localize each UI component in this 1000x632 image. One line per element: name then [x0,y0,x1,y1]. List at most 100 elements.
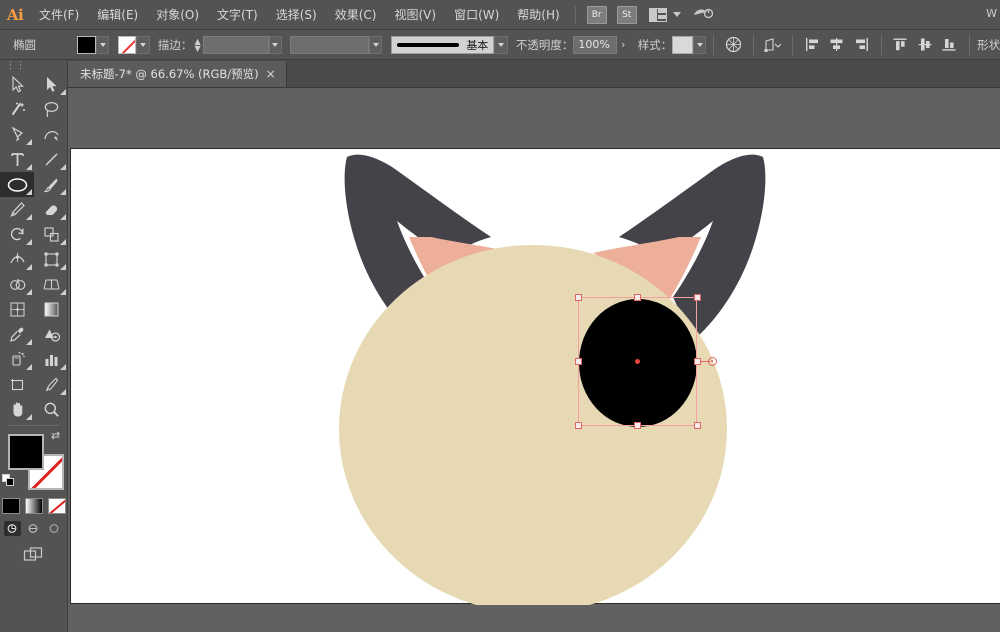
edit-toolbar-icon[interactable] [23,546,45,567]
zoom-tool[interactable] [34,397,68,422]
mesh-tool[interactable] [0,297,34,322]
free-transform-tool[interactable] [34,247,68,272]
document-tab[interactable]: 未标题-7* @ 66.67% (RGB/预览) × [68,61,287,87]
selection-tool[interactable] [0,72,34,97]
handle-bottom-right[interactable] [694,422,701,429]
tool-grid [0,72,68,422]
handle-top-right[interactable] [694,294,701,301]
eyedropper-tool[interactable] [0,322,34,347]
perspective-grid-tool[interactable] [34,272,68,297]
align-middle-icon[interactable] [915,35,936,55]
close-icon[interactable]: × [266,68,276,80]
brush-definition-field[interactable]: 基本 [391,36,494,54]
artboard[interactable] [70,148,1000,604]
cat-illustration[interactable] [71,149,1000,605]
canvas-area[interactable] [68,88,1000,632]
control-divider [713,35,714,55]
opacity-expand-icon[interactable]: › [617,38,629,51]
color-mode-button[interactable] [2,498,20,514]
chevron-down-icon[interactable] [673,12,681,17]
gradient-mode-button[interactable] [25,498,43,514]
fill-swatch[interactable] [8,434,44,470]
slice-knife-tool[interactable] [34,372,68,397]
toolbar-grip[interactable]: ⋮⋮ [0,60,67,72]
none-mode-button[interactable] [48,498,66,514]
handle-top-center[interactable] [634,294,641,301]
creative-cloud-icon[interactable] [693,6,713,24]
handle-bottom-left[interactable] [575,422,582,429]
align-right-icon[interactable] [851,35,872,55]
menu-type[interactable]: 文字(T) [208,0,267,30]
pencil-tool[interactable] [0,197,34,222]
lasso-tool[interactable] [34,97,68,122]
menu-window[interactable]: 窗口(W) [445,0,508,30]
bridge-button[interactable]: Br [587,6,607,24]
type-tool[interactable] [0,147,34,172]
transform-icon[interactable] [763,35,784,55]
variable-width-dropdown-icon[interactable] [369,36,382,54]
stroke-weight-stepper[interactable]: ▲▼ [192,36,202,54]
workspace-label[interactable]: W [986,7,997,20]
stroke-weight-input[interactable] [203,36,269,54]
shape-builder-tool[interactable] [0,272,34,297]
default-fill-stroke-icon[interactable] [2,474,16,488]
line-segment-tool[interactable] [34,147,68,172]
menu-effect[interactable]: 效果(C) [326,0,386,30]
direct-selection-tool[interactable] [34,72,68,97]
stroke-color-swatch[interactable] [118,36,137,54]
menu-help[interactable]: 帮助(H) [508,0,568,30]
full-screen-menubar-mode-button[interactable] [25,521,42,536]
handle-top-left[interactable] [575,294,582,301]
hand-tool[interactable] [0,397,34,422]
selection-center-point [635,359,640,364]
normal-screen-mode-button[interactable] [4,521,21,536]
column-graph-tool[interactable] [34,347,68,372]
stroke-dropdown-icon[interactable] [136,36,149,54]
menu-object[interactable]: 对象(O) [147,0,208,30]
style-dropdown-icon[interactable] [693,36,706,54]
stock-button[interactable]: St [617,6,637,24]
variable-width-profile-input[interactable] [290,36,369,54]
stroke-weight-dropdown-icon[interactable] [269,36,282,54]
align-left-icon[interactable] [802,35,823,55]
paintbrush-tool[interactable] [34,172,68,197]
align-top-icon[interactable] [891,35,912,55]
arrange-documents-icon[interactable] [649,8,667,22]
recolor-artwork-icon[interactable] [723,35,744,55]
toolbar-divider [8,425,59,426]
ellipse-tool[interactable] [0,172,34,197]
rotate-tool[interactable] [0,222,34,247]
artboard-tool[interactable] [0,372,34,397]
live-shape-widget-icon[interactable] [708,357,717,366]
handle-bottom-center[interactable] [634,422,641,429]
scale-tool[interactable] [34,222,68,247]
handle-middle-right[interactable] [694,358,701,365]
handle-middle-left[interactable] [575,358,582,365]
style-label: 样式： [638,37,673,53]
menu-divider [575,6,576,24]
fill-color-swatch[interactable] [77,36,96,54]
gradient-tool[interactable] [34,297,68,322]
align-bottom-icon[interactable] [940,35,961,55]
eraser-tool[interactable] [34,197,68,222]
graphic-style-swatch[interactable] [672,36,693,54]
menu-select[interactable]: 选择(S) [267,0,326,30]
symbol-sprayer-tool[interactable] [0,347,34,372]
menu-edit[interactable]: 编辑(E) [88,0,147,30]
swap-fill-stroke-icon[interactable]: ⇄ [51,430,64,443]
full-screen-mode-button[interactable] [46,521,63,536]
blend-tool[interactable] [34,322,68,347]
curvature-tool[interactable] [34,122,68,147]
shape-label[interactable]: 形状 [977,37,1000,53]
menu-file[interactable]: 文件(F) [30,0,88,30]
width-tool[interactable] [0,247,34,272]
align-center-icon[interactable] [827,35,848,55]
magic-wand-tool[interactable] [0,97,34,122]
brush-dropdown-icon[interactable] [494,36,507,54]
opacity-input[interactable]: 100% [573,36,617,54]
pen-tool[interactable] [0,122,34,147]
control-bar: 椭圆 描边： ▲▼ 基本 不透明度： 100% › 样式： [0,30,1000,60]
tools-panel: ⋮⋮ [0,60,68,632]
menu-view[interactable]: 视图(V) [385,0,445,30]
fill-dropdown-icon[interactable] [96,36,109,54]
